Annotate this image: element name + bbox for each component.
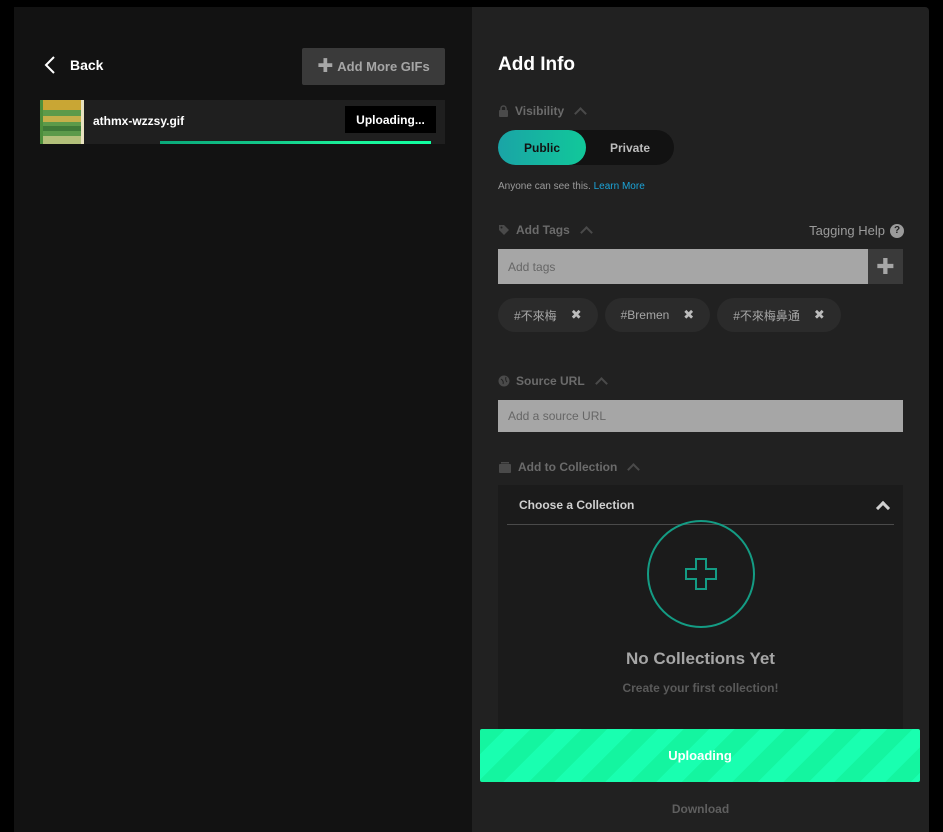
upload-progress-bar [160,141,445,144]
chevron-up-icon [875,500,891,515]
visibility-label: Visibility [515,104,565,118]
tag-chip: #不來梅 ✖ [498,298,598,332]
visibility-note-text: Anyone can see this. [498,181,591,192]
tag-icon [499,225,509,235]
visibility-section-header[interactable]: Visibility [498,104,588,120]
tag-list: #不來梅 ✖ #Bremen ✖ #不來梅鼻通 ✖ [498,298,841,332]
upload-progress-fill [160,141,431,144]
visibility-option-private[interactable]: Private [586,130,674,165]
file-name: athmx-wzzsy.gif [93,114,185,128]
plus-outline-icon [685,558,717,590]
file-thumbnail [40,100,84,144]
tagging-help-link[interactable]: Tagging Help ? [809,223,904,238]
page-title: Add Info [498,54,576,75]
empty-collections-title: No Collections Yet [626,649,775,668]
chevron-up-icon [594,377,608,390]
tagging-help-label: Tagging Help [809,223,885,238]
visibility-toggle: Public Private [498,130,674,165]
collection-section-header[interactable]: Add to Collection [498,460,641,476]
upload-list-pane: Back ✚ Add More GIFs athmx-wzzsy.gif Upl… [14,7,472,832]
remove-tag-icon[interactable]: ✖ [571,307,582,323]
collection-picker: Choose a Collection No Collections Yet C… [498,485,903,735]
source-label: Source URL [516,374,585,388]
upload-file-row: athmx-wzzsy.gif Uploading... [40,100,445,144]
add-more-label: Add More GIFs [337,59,430,74]
tags-label: Add Tags [516,223,570,237]
create-collection-button[interactable] [647,520,755,628]
back-label: Back [70,57,104,73]
upload-button[interactable]: Uploading [480,729,920,782]
remove-tag-icon[interactable]: ✖ [683,307,694,323]
tag-input[interactable]: Add tags [498,249,868,284]
tag-chip-label: #Bremen [620,308,670,322]
question-icon: ? [890,223,904,238]
back-button[interactable]: Back [44,55,103,75]
chevron-up-icon [579,226,593,239]
download-link[interactable]: Download [472,802,929,816]
tags-section-header[interactable]: Add Tags [498,223,593,239]
chevron-up-icon [574,107,588,120]
remove-tag-icon[interactable]: ✖ [814,307,825,323]
source-section-header[interactable]: Source URL [498,374,608,390]
add-info-pane: Add Info Visibility Public Private Anyon… [472,7,929,832]
tag-chip: #不來梅鼻通 ✖ [717,298,841,332]
tag-chip-label: #不來梅 [514,308,557,323]
source-url-input[interactable]: Add a source URL [498,400,903,432]
learn-more-link[interactable]: Learn More [594,181,645,192]
visibility-option-public[interactable]: Public [498,130,586,165]
collection-icon [499,461,511,473]
visibility-note: Anyone can see this. Learn More [498,181,645,192]
plus-icon: ✚ [876,253,895,279]
lock-icon [499,105,508,117]
collection-label: Add to Collection [518,460,618,474]
collection-dropdown-header[interactable]: Choose a Collection [507,485,894,525]
plus-icon: ✚ [317,56,334,77]
upload-status-badge: Uploading... [345,106,436,133]
chevron-left-icon [44,56,55,74]
globe-icon [498,375,510,387]
tag-chip-label: #不來梅鼻通 [733,308,800,323]
add-more-gifs-button[interactable]: ✚ Add More GIFs [302,48,445,85]
tag-chip: #Bremen ✖ [604,298,711,332]
choose-collection-label: Choose a Collection [519,497,635,512]
add-tag-button[interactable]: ✚ [868,249,903,284]
empty-collections-subtitle: Create your first collection! [622,681,779,695]
chevron-up-icon [627,463,641,476]
